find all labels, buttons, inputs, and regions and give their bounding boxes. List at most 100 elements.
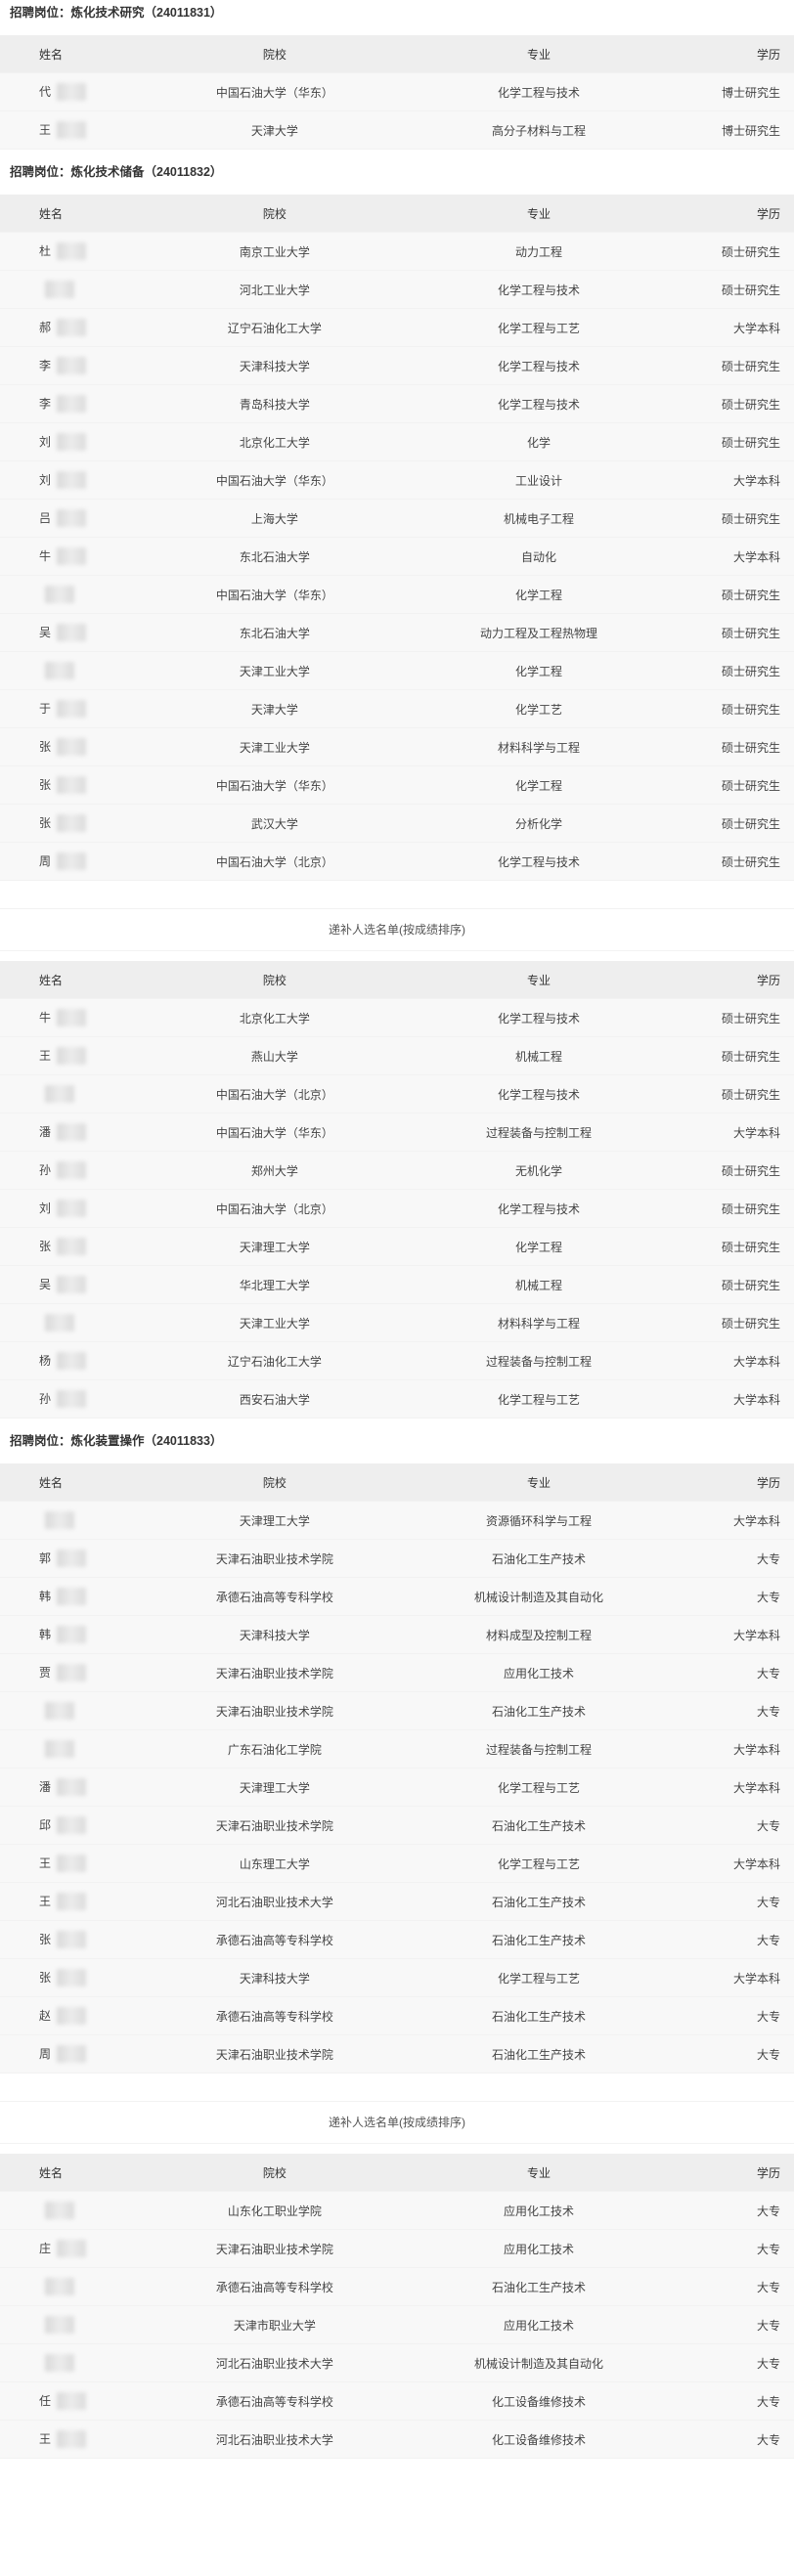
name-redaction-mask bbox=[45, 281, 74, 298]
header-name: 姓名 bbox=[0, 1463, 168, 1502]
name-redaction-mask bbox=[45, 1740, 74, 1758]
cell-major: 化学工程 bbox=[381, 765, 696, 805]
name-redaction-mask bbox=[57, 1352, 87, 1371]
table-row: 刘 北京化工大学 化学 硕士研究生 bbox=[0, 422, 794, 461]
cell-major: 化学 bbox=[381, 422, 696, 461]
cell-degree: 硕士研究生 bbox=[695, 998, 794, 1037]
alternate-list-caption: 递补人选名单(按成绩排序) bbox=[0, 908, 794, 951]
cell-name: 刘 bbox=[0, 1189, 168, 1228]
cell-degree: 大学本科 bbox=[695, 1501, 794, 1540]
cell-major: 化学工程与技术 bbox=[381, 270, 696, 309]
cell-degree: 硕士研究生 bbox=[695, 384, 794, 423]
cell-school: 天津工业大学 bbox=[167, 727, 382, 766]
name-redaction-mask bbox=[57, 2240, 87, 2258]
table-row: 王 河北石油职业技术大学 石油化工生产技术 大专 bbox=[0, 1882, 794, 1921]
header-school: 院校 bbox=[167, 961, 382, 999]
name-redaction-mask bbox=[57, 814, 87, 833]
name-redaction-mask bbox=[45, 2202, 74, 2219]
cell-school: 天津理工大学 bbox=[167, 1501, 382, 1540]
cell-degree: 大学本科 bbox=[695, 1844, 794, 1883]
cell-degree: 大专 bbox=[695, 1691, 794, 1730]
cell-name: 李 bbox=[0, 346, 168, 385]
header-major: 专业 bbox=[381, 35, 696, 73]
cell-major: 资源循环科学与工程 bbox=[381, 1501, 696, 1540]
surname: 刘 bbox=[39, 434, 52, 449]
table-row: 王 河北石油职业技术大学 化工设备维修技术 大专 bbox=[0, 2420, 794, 2459]
cell-name: 周 bbox=[0, 2034, 168, 2074]
table-body: 山东化工职业学院 应用化工技术 大专庄天津石油职业技术学院 应用化工技术 大专 承德石油高… bbox=[0, 2191, 794, 2459]
table-row: 韩 天津科技大学 材料成型及控制工程 大学本科 bbox=[0, 1615, 794, 1654]
cell-degree: 硕士研究生 bbox=[695, 1189, 794, 1228]
cell-major: 化学工程与技术 bbox=[381, 1074, 696, 1113]
table-row: 潘 天津理工大学 化学工程与工艺 大学本科 bbox=[0, 1768, 794, 1807]
surname: 牛 bbox=[39, 1010, 52, 1025]
header-major: 专业 bbox=[381, 1463, 696, 1502]
cell-major: 石油化工生产技术 bbox=[381, 1539, 696, 1578]
cell-name: 于 bbox=[0, 689, 168, 728]
cell-degree: 硕士研究生 bbox=[695, 422, 794, 461]
cell-school: 北京化工大学 bbox=[167, 422, 382, 461]
cell-major: 石油化工生产技术 bbox=[381, 1920, 696, 1959]
section-title: 招聘岗位：炼化技术储备（24011832） bbox=[10, 165, 223, 179]
cell-degree: 大专 bbox=[695, 2343, 794, 2382]
cell-name: 赵 bbox=[0, 1996, 168, 2035]
surname: 杨 bbox=[39, 1353, 52, 1368]
surname: 吕 bbox=[39, 510, 52, 525]
header-school: 院校 bbox=[167, 1463, 382, 1502]
cell-major: 过程装备与控制工程 bbox=[381, 1113, 696, 1152]
cell-major: 应用化工技术 bbox=[381, 2191, 696, 2230]
name-redaction-mask bbox=[45, 662, 74, 679]
cell-name: 邱 bbox=[0, 1806, 168, 1845]
cell-major: 石油化工生产技术 bbox=[381, 1806, 696, 1845]
name-redaction-mask bbox=[45, 1511, 74, 1529]
cell-degree: 硕士研究生 bbox=[695, 499, 794, 538]
name-redaction-mask bbox=[57, 700, 87, 719]
cell-major: 材料成型及控制工程 bbox=[381, 1615, 696, 1654]
candidate-table: 姓名 院校 专业 学历杜南京工业大学 动力工程 硕士研究生 河北工业大学 化学工程与技术 硕士研… bbox=[0, 195, 794, 881]
surname: 任 bbox=[39, 2393, 52, 2408]
cell-major: 化工设备维修技术 bbox=[381, 2420, 696, 2459]
table-row: 潘 中国石油大学（华东） 过程装备与控制工程 大学本科 bbox=[0, 1113, 794, 1152]
cell-degree: 硕士研究生 bbox=[695, 613, 794, 652]
cell-name bbox=[0, 270, 168, 309]
cell-school: 天津工业大学 bbox=[167, 651, 382, 690]
table-row: 任 承德石油高等专科学校 化工设备维修技术 大专 bbox=[0, 2381, 794, 2421]
cell-school: 天津科技大学 bbox=[167, 346, 382, 385]
header-degree: 学历 bbox=[695, 195, 794, 233]
name-redaction-mask bbox=[57, 624, 87, 642]
cell-major: 动力工程及工程热物理 bbox=[381, 613, 696, 652]
name-redaction-mask bbox=[57, 1664, 87, 1682]
header-name: 姓名 bbox=[0, 35, 168, 73]
cell-school: 华北理工大学 bbox=[167, 1265, 382, 1304]
name-redaction-mask bbox=[57, 242, 87, 261]
cell-school: 承德石油高等专科学校 bbox=[167, 2381, 382, 2421]
cell-degree: 大学本科 bbox=[695, 1958, 794, 1997]
job-section: 招聘岗位：炼化技术研究（24011831） 姓名 院校 专业 学历代 中国石油大学（华东）… bbox=[0, 0, 794, 150]
table-header: 姓名 院校 专业 学历 bbox=[0, 2154, 794, 2192]
table-row: 张 天津科技大学 化学工程与工艺 大学本科 bbox=[0, 1958, 794, 1997]
cell-major: 机械工程 bbox=[381, 1265, 696, 1304]
surname: 贾 bbox=[39, 1665, 52, 1680]
name-redaction-mask bbox=[57, 1123, 87, 1142]
cell-name: 李 bbox=[0, 384, 168, 423]
cell-school: 武汉大学 bbox=[167, 804, 382, 843]
cell-degree: 大专 bbox=[695, 1882, 794, 1921]
cell-name: 张 bbox=[0, 804, 168, 843]
name-redaction-mask bbox=[57, 2430, 87, 2449]
table-body: 天津理工大学 资源循环科学与工程 大学本科郭天津石油职业技术学院 石油化工生产技术 大专… bbox=[0, 1501, 794, 2074]
table-row: 张 武汉大学 分析化学 硕士研究生 bbox=[0, 804, 794, 843]
cell-school: 东北石油大学 bbox=[167, 537, 382, 576]
cell-name bbox=[0, 2343, 168, 2382]
cell-school: 中国石油大学（华东） bbox=[167, 72, 382, 111]
cell-name bbox=[0, 1303, 168, 1342]
name-redaction-mask bbox=[57, 121, 87, 140]
cell-school: 承德石油高等专科学校 bbox=[167, 1996, 382, 2035]
cell-name: 孙 bbox=[0, 1379, 168, 1419]
cell-degree: 大专 bbox=[695, 2191, 794, 2230]
surname: 张 bbox=[39, 739, 52, 754]
cell-major: 化学工程与技术 bbox=[381, 842, 696, 881]
cell-name: 韩 bbox=[0, 1615, 168, 1654]
cell-major: 应用化工技术 bbox=[381, 2305, 696, 2344]
surname: 张 bbox=[39, 815, 52, 830]
